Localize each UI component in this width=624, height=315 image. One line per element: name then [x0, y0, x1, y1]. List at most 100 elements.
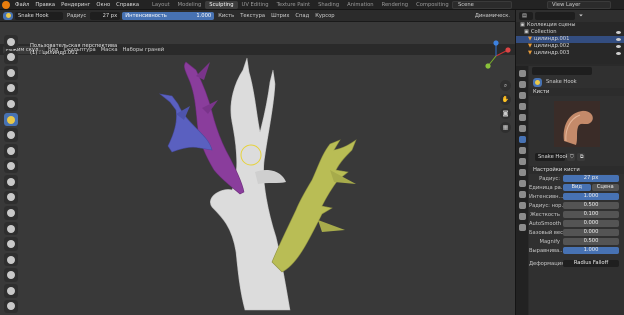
draw-brush-icon[interactable] — [4, 35, 18, 49]
tab-uv-editing[interactable]: UV Editing — [238, 1, 273, 9]
tab-shading[interactable]: Shading — [314, 1, 343, 9]
menu-render[interactable]: Рендеринг — [58, 2, 93, 8]
object-tab-icon[interactable] — [518, 147, 526, 154]
menu-file[interactable]: Файл — [12, 2, 32, 8]
camera-icon[interactable]: ◙ — [500, 108, 511, 119]
pinch-brush-icon[interactable] — [4, 237, 18, 251]
tab-sculpting[interactable]: Sculpting — [205, 0, 238, 9]
grab-brush-icon[interactable] — [4, 252, 18, 267]
tab-rendering[interactable]: Rendering — [378, 1, 413, 9]
outliner-search-input[interactable] — [535, 12, 575, 20]
clay-brush-icon[interactable] — [4, 66, 18, 80]
snake-hook-tool-icon[interactable] — [4, 112, 18, 127]
clay-strips-brush-icon[interactable] — [4, 81, 18, 96]
scrape-brush-icon[interactable] — [4, 221, 18, 236]
draw-sharp-brush-icon[interactable] — [4, 50, 18, 65]
zoom-icon[interactable]: ⌕ — [500, 80, 511, 91]
menu-face-sets[interactable]: Наборы граней — [121, 47, 167, 53]
outliner-object-row[interactable]: ▼ цилиндр.003 — [516, 50, 624, 57]
physics-tab-icon[interactable] — [518, 180, 526, 187]
inflate-brush-icon[interactable] — [4, 128, 18, 142]
brush-selector[interactable]: Snake Hook — [15, 11, 63, 20]
particles-tab-icon[interactable] — [518, 169, 526, 176]
tab-texture-paint[interactable]: Texture Paint — [273, 1, 314, 9]
pan-hand-icon[interactable]: ✋ — [500, 94, 511, 105]
thumb-brush-icon[interactable] — [4, 284, 18, 298]
radius-field[interactable]: 27 px — [90, 11, 121, 20]
3d-viewport[interactable]: Режим скул... Вид Скульптура Маска Набор… — [0, 22, 515, 315]
world-tab-icon[interactable] — [518, 125, 526, 132]
modifier-tab-icon[interactable] — [518, 158, 526, 165]
white-trunk — [210, 57, 291, 311]
blob-brush-icon[interactable] — [4, 143, 18, 158]
view-layer-tab-icon[interactable] — [518, 103, 526, 110]
flatten-brush-icon[interactable] — [4, 190, 18, 205]
tab-modeling[interactable]: Modeling — [174, 1, 206, 9]
visibility-eye-icon[interactable] — [616, 52, 621, 55]
base-weight-field[interactable]: 0.000 — [563, 229, 619, 236]
constraints-tab-icon[interactable] — [518, 191, 526, 198]
tab-layout[interactable]: Layout — [148, 1, 174, 9]
material-tab-icon[interactable] — [518, 213, 526, 220]
radius-unit-scene-button[interactable]: Сцена — [591, 184, 619, 191]
brush-name-field[interactable]: Snake Hook — [535, 152, 569, 161]
layer-brush-icon[interactable] — [4, 97, 18, 111]
blender-logo-icon[interactable] — [2, 0, 10, 9]
render-tab-icon[interactable] — [518, 81, 526, 88]
perspective-label: Пользовательская перспектива — [30, 43, 118, 49]
visibility-eye-icon[interactable] — [616, 31, 621, 34]
grid-icon[interactable]: ▦ — [500, 122, 511, 133]
fake-user-shield-icon[interactable]: ⛉ — [567, 152, 575, 161]
texture-menu[interactable]: Текстура — [238, 13, 267, 19]
outliner-scene-collection[interactable]: ▣ Коллекция сцены — [516, 22, 624, 29]
elastic-deform-brush-icon[interactable] — [4, 268, 18, 282]
texture-tab-icon[interactable] — [518, 224, 526, 231]
menu-help[interactable]: Справка — [113, 2, 142, 8]
brush-menu[interactable]: Кисть — [216, 13, 236, 19]
outliner-collection[interactable]: ▣ Collection — [516, 29, 624, 36]
deformation-dropdown[interactable]: Radius Falloff — [563, 260, 619, 267]
data-tab-icon[interactable] — [518, 202, 526, 209]
menu-edit[interactable]: Правка — [32, 2, 58, 8]
scene-selector[interactable]: Scene — [452, 1, 512, 9]
snake-hook-brush-icon[interactable] — [3, 11, 13, 20]
scene-tab-icon[interactable] — [518, 114, 526, 121]
brush-preview[interactable] — [529, 96, 624, 152]
tool-tab-icon[interactable] — [518, 70, 526, 77]
normal-radius-field[interactable]: 0.500 — [563, 202, 619, 209]
outliner-object-row[interactable]: ▼ цилиндр.002 — [516, 43, 624, 50]
smooth-brush-icon[interactable] — [4, 175, 18, 189]
brush-settings-header[interactable]: Настройки кисти — [529, 166, 624, 174]
autosmooth-field[interactable]: 0.000 — [563, 220, 619, 227]
fill-brush-icon[interactable] — [4, 206, 18, 220]
crease-brush-icon[interactable] — [4, 159, 18, 174]
active-tool-tab-icon[interactable] — [518, 136, 526, 143]
output-tab-icon[interactable] — [518, 92, 526, 99]
visibility-eye-icon[interactable] — [616, 38, 621, 41]
radius-unit-view-button[interactable]: Вид — [563, 184, 591, 191]
tab-animation[interactable]: Animation — [343, 1, 377, 9]
rotate-brush-icon[interactable] — [4, 299, 18, 314]
strength-field[interactable]: 1.000 — [563, 193, 619, 200]
brushes-section-header[interactable]: Кисти — [529, 88, 624, 96]
magnify-field[interactable]: 0.500 — [563, 238, 619, 245]
stroke-menu[interactable]: Штрих — [269, 13, 291, 19]
visibility-eye-icon[interactable] — [616, 45, 621, 48]
display-mode-icon[interactable]: ▤ — [519, 12, 533, 20]
view-layer-selector[interactable]: View Layer — [547, 1, 611, 9]
alignment-field[interactable]: 1.000 — [563, 247, 619, 254]
radius-field[interactable]: 27 px — [563, 175, 619, 182]
outliner-object-row[interactable]: ▼ цилиндр.001 — [516, 36, 624, 43]
cursor-menu[interactable]: Курсор — [313, 13, 336, 19]
tab-compositing[interactable]: Compositing — [412, 1, 453, 9]
dynamic-menu[interactable]: Динамическ. — [473, 13, 512, 19]
filter-icon[interactable]: ⏷ — [577, 13, 585, 20]
falloff-menu[interactable]: Спад — [293, 13, 311, 19]
menu-window[interactable]: Окно — [93, 2, 113, 8]
hardness-field[interactable]: 0.100 — [563, 211, 619, 218]
strength-slider[interactable]: Интенсивность 1.000 — [122, 11, 215, 20]
new-brush-icon[interactable]: ⧉ — [577, 152, 585, 161]
properties-search-input[interactable] — [532, 67, 592, 75]
properties-tabs — [516, 66, 528, 315]
navigation-gizmo[interactable] — [480, 40, 512, 72]
